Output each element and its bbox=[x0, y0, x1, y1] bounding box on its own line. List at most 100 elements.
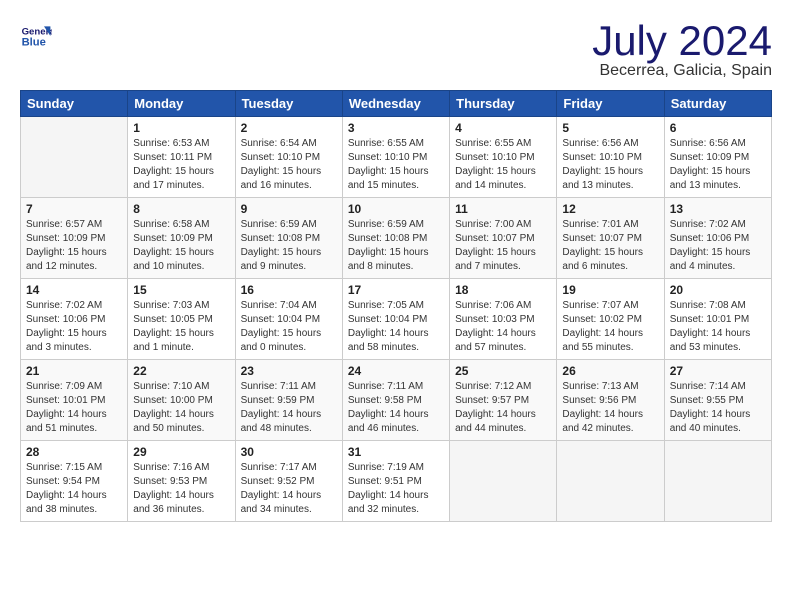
day-number: 19 bbox=[562, 283, 658, 297]
day-number: 20 bbox=[670, 283, 766, 297]
calendar-cell: 28 Sunrise: 7:15 AM Sunset: 9:54 PM Dayli… bbox=[21, 441, 128, 522]
calendar-week-row: 28 Sunrise: 7:15 AM Sunset: 9:54 PM Dayli… bbox=[21, 441, 772, 522]
day-info: Sunrise: 6:59 AM Sunset: 10:08 PM Daylig… bbox=[348, 218, 444, 274]
calendar-cell: 4 Sunrise: 6:55 AM Sunset: 10:10 PM Dayli… bbox=[450, 117, 557, 198]
month-title: July 2024 bbox=[592, 20, 772, 62]
calendar-cell: 16Sunrise: 7:04 AM Sunset: 10:04 PM Dayl… bbox=[235, 279, 342, 360]
day-info: Sunrise: 7:05 AM Sunset: 10:04 PM Daylig… bbox=[348, 299, 444, 355]
calendar-cell: 27 Sunrise: 7:14 AM Sunset: 9:55 PM Dayli… bbox=[664, 360, 771, 441]
logo-icon: General Blue bbox=[20, 20, 52, 52]
calendar-cell: 26 Sunrise: 7:13 AM Sunset: 9:56 PM Dayli… bbox=[557, 360, 664, 441]
calendar-cell: 19Sunrise: 7:07 AM Sunset: 10:02 PM Dayl… bbox=[557, 279, 664, 360]
day-number: 25 bbox=[455, 364, 551, 378]
day-number: 1 bbox=[133, 121, 229, 135]
column-header-thursday: Thursday bbox=[450, 91, 557, 117]
day-info: Sunrise: 7:14 AM Sunset: 9:55 PM Dayligh… bbox=[670, 380, 766, 436]
calendar-cell: 20 Sunrise: 7:08 AM Sunset: 10:01 PM Dayl… bbox=[664, 279, 771, 360]
day-number: 2 bbox=[241, 121, 337, 135]
day-info: Sunrise: 7:11 AM Sunset: 9:58 PM Dayligh… bbox=[348, 380, 444, 436]
calendar-cell: 23Sunrise: 7:11 AM Sunset: 9:59 PM Dayli… bbox=[235, 360, 342, 441]
svg-text:Blue: Blue bbox=[22, 37, 46, 49]
day-info: Sunrise: 7:09 AM Sunset: 10:01 PM Daylig… bbox=[26, 380, 122, 436]
day-number: 26 bbox=[562, 364, 658, 378]
day-number: 13 bbox=[670, 202, 766, 216]
day-number: 5 bbox=[562, 121, 658, 135]
day-info: Sunrise: 7:02 AM Sunset: 10:06 PM Daylig… bbox=[670, 218, 766, 274]
calendar-cell: 9Sunrise: 6:59 AM Sunset: 10:08 PM Dayli… bbox=[235, 198, 342, 279]
calendar-cell: 30Sunrise: 7:17 AM Sunset: 9:52 PM Dayli… bbox=[235, 441, 342, 522]
day-number: 24 bbox=[348, 364, 444, 378]
day-info: Sunrise: 6:58 AM Sunset: 10:09 PM Daylig… bbox=[133, 218, 229, 274]
day-info: Sunrise: 7:11 AM Sunset: 9:59 PM Dayligh… bbox=[241, 380, 337, 436]
day-info: Sunrise: 7:12 AM Sunset: 9:57 PM Dayligh… bbox=[455, 380, 551, 436]
calendar-cell: 3Sunrise: 6:55 AM Sunset: 10:10 PM Dayli… bbox=[342, 117, 449, 198]
calendar-cell: 24 Sunrise: 7:11 AM Sunset: 9:58 PM Dayli… bbox=[342, 360, 449, 441]
calendar-cell: 1 Sunrise: 6:53 AM Sunset: 10:11 PM Dayli… bbox=[128, 117, 235, 198]
column-header-saturday: Saturday bbox=[664, 91, 771, 117]
day-number: 11 bbox=[455, 202, 551, 216]
calendar-week-row: 1 Sunrise: 6:53 AM Sunset: 10:11 PM Dayli… bbox=[21, 117, 772, 198]
calendar-week-row: 21 Sunrise: 7:09 AM Sunset: 10:01 PM Dayl… bbox=[21, 360, 772, 441]
day-number: 21 bbox=[26, 364, 122, 378]
day-info: Sunrise: 6:53 AM Sunset: 10:11 PM Daylig… bbox=[133, 137, 229, 193]
day-info: Sunrise: 7:03 AM Sunset: 10:05 PM Daylig… bbox=[133, 299, 229, 355]
day-info: Sunrise: 6:57 AM Sunset: 10:09 PM Daylig… bbox=[26, 218, 122, 274]
day-info: Sunrise: 7:15 AM Sunset: 9:54 PM Dayligh… bbox=[26, 461, 122, 517]
column-header-monday: Monday bbox=[128, 91, 235, 117]
page-header: General Blue July 2024 Becerrea, Galicia… bbox=[20, 20, 772, 80]
day-number: 7 bbox=[26, 202, 122, 216]
calendar-cell: 12 Sunrise: 7:01 AM Sunset: 10:07 PM Dayl… bbox=[557, 198, 664, 279]
day-number: 28 bbox=[26, 445, 122, 459]
day-info: Sunrise: 6:55 AM Sunset: 10:10 PM Daylig… bbox=[455, 137, 551, 193]
calendar-cell: 5 Sunrise: 6:56 AM Sunset: 10:10 PM Dayli… bbox=[557, 117, 664, 198]
calendar-cell bbox=[450, 441, 557, 522]
calendar-cell: 11 Sunrise: 7:00 AM Sunset: 10:07 PM Dayl… bbox=[450, 198, 557, 279]
calendar-cell: 18 Sunrise: 7:06 AM Sunset: 10:03 PM Dayl… bbox=[450, 279, 557, 360]
calendar-cell: 25 Sunrise: 7:12 AM Sunset: 9:57 PM Dayli… bbox=[450, 360, 557, 441]
column-header-wednesday: Wednesday bbox=[342, 91, 449, 117]
calendar-cell: 31Sunrise: 7:19 AM Sunset: 9:51 PM Dayli… bbox=[342, 441, 449, 522]
day-info: Sunrise: 7:08 AM Sunset: 10:01 PM Daylig… bbox=[670, 299, 766, 355]
calendar-cell: 29 Sunrise: 7:16 AM Sunset: 9:53 PM Dayli… bbox=[128, 441, 235, 522]
day-info: Sunrise: 7:01 AM Sunset: 10:07 PM Daylig… bbox=[562, 218, 658, 274]
column-header-sunday: Sunday bbox=[21, 91, 128, 117]
calendar-cell: 2 Sunrise: 6:54 AM Sunset: 10:10 PM Dayli… bbox=[235, 117, 342, 198]
day-number: 15 bbox=[133, 283, 229, 297]
calendar-week-row: 14 Sunrise: 7:02 AM Sunset: 10:06 PM Dayl… bbox=[21, 279, 772, 360]
day-number: 17 bbox=[348, 283, 444, 297]
day-number: 27 bbox=[670, 364, 766, 378]
calendar-cell: 22Sunrise: 7:10 AM Sunset: 10:00 PM Dayl… bbox=[128, 360, 235, 441]
day-info: Sunrise: 7:13 AM Sunset: 9:56 PM Dayligh… bbox=[562, 380, 658, 436]
logo: General Blue bbox=[20, 20, 52, 52]
day-number: 8 bbox=[133, 202, 229, 216]
day-info: Sunrise: 7:17 AM Sunset: 9:52 PM Dayligh… bbox=[241, 461, 337, 517]
day-number: 4 bbox=[455, 121, 551, 135]
day-number: 3 bbox=[348, 121, 444, 135]
day-number: 18 bbox=[455, 283, 551, 297]
calendar-cell: 8 Sunrise: 6:58 AM Sunset: 10:09 PM Dayli… bbox=[128, 198, 235, 279]
calendar-cell: 10 Sunrise: 6:59 AM Sunset: 10:08 PM Dayl… bbox=[342, 198, 449, 279]
calendar-cell bbox=[21, 117, 128, 198]
day-info: Sunrise: 7:00 AM Sunset: 10:07 PM Daylig… bbox=[455, 218, 551, 274]
calendar-cell: 13 Sunrise: 7:02 AM Sunset: 10:06 PM Dayl… bbox=[664, 198, 771, 279]
day-number: 9 bbox=[241, 202, 337, 216]
day-number: 16 bbox=[241, 283, 337, 297]
day-info: Sunrise: 7:19 AM Sunset: 9:51 PM Dayligh… bbox=[348, 461, 444, 517]
day-number: 10 bbox=[348, 202, 444, 216]
calendar-cell bbox=[664, 441, 771, 522]
day-info: Sunrise: 6:56 AM Sunset: 10:10 PM Daylig… bbox=[562, 137, 658, 193]
title-section: July 2024 Becerrea, Galicia, Spain bbox=[592, 20, 772, 80]
day-number: 12 bbox=[562, 202, 658, 216]
day-number: 14 bbox=[26, 283, 122, 297]
day-number: 29 bbox=[133, 445, 229, 459]
calendar-table: SundayMondayTuesdayWednesdayThursdayFrid… bbox=[20, 90, 772, 522]
calendar-cell: 14 Sunrise: 7:02 AM Sunset: 10:06 PM Dayl… bbox=[21, 279, 128, 360]
calendar-cell: 21 Sunrise: 7:09 AM Sunset: 10:01 PM Dayl… bbox=[21, 360, 128, 441]
calendar-cell: 6Sunrise: 6:56 AM Sunset: 10:09 PM Dayli… bbox=[664, 117, 771, 198]
location-title: Becerrea, Galicia, Spain bbox=[592, 62, 772, 80]
day-info: Sunrise: 7:16 AM Sunset: 9:53 PM Dayligh… bbox=[133, 461, 229, 517]
day-info: Sunrise: 6:54 AM Sunset: 10:10 PM Daylig… bbox=[241, 137, 337, 193]
day-number: 22 bbox=[133, 364, 229, 378]
day-info: Sunrise: 7:02 AM Sunset: 10:06 PM Daylig… bbox=[26, 299, 122, 355]
day-info: Sunrise: 7:06 AM Sunset: 10:03 PM Daylig… bbox=[455, 299, 551, 355]
